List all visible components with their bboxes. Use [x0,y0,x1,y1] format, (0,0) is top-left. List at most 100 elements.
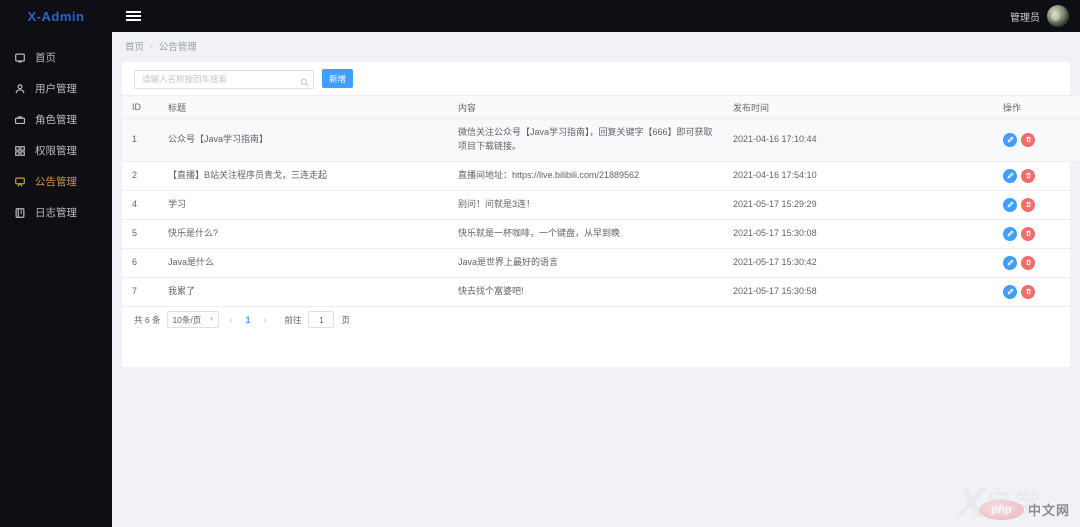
cell-content: 直播间地址：https://live.bilibili.com/21889562 [448,161,723,191]
pencil-icon[interactable] [1003,132,1017,147]
sidebar-item-notice-management[interactable]: 公告管理 [0,166,112,197]
th-time: 发布时间 [723,95,993,119]
watermark-text: 自学 [984,487,1041,518]
cell-title: 我累了 [158,277,448,307]
jump-unit-label: 页 [341,314,350,325]
php-logo-icon: php [978,499,1024,520]
sidebar-label-role-management: 角色管理 [35,114,77,126]
hamburger-icon[interactable] [118,0,148,32]
sidebar: 首页 用户管理 角色管理 权限管理 公告管理 日志管理 [0,32,112,527]
sidebar-label-log-management: 日志管理 [35,207,77,219]
trash-icon[interactable] [1021,226,1035,241]
page-number-1[interactable]: 1 [242,315,253,325]
search-wrapper [134,69,314,89]
cell-id: 6 [122,248,158,278]
table-row[interactable]: 5 快乐是什么? 快乐就是一杯咖啡，一个键盘，从早到晚 2021-05-17 1… [122,219,1080,249]
pencil-icon[interactable] [1003,226,1017,241]
search-input[interactable] [134,69,314,89]
chevron-down-icon: ▼ [208,316,215,323]
pencil-icon[interactable] [1003,255,1017,270]
book-icon [14,207,26,219]
table-row[interactable]: 2 【直播】B站关注程序员青戈，三连走起 直播间地址：https://live.… [122,161,1080,191]
add-button[interactable]: 新增 [322,69,354,88]
cell-id: 2 [122,161,158,191]
pencil-icon[interactable] [1003,168,1017,183]
cell-id: 5 [122,219,158,249]
admin-name-label: 管理员 [1010,12,1040,24]
sidebar-item-user-management[interactable]: 用户管理 [0,73,112,104]
cell-actions [993,190,1080,220]
app-logo[interactable]: X-Admin [0,0,112,32]
pagination-total: 共 6 条 [134,314,161,325]
breadcrumb: 首页 › 公告管理 [112,32,1080,60]
header-right: 管理员 [1010,0,1080,32]
main-content: 首页 › 公告管理 新增 ID [112,32,1080,527]
table-head: ID 标题 内容 发布时间 操作 [122,95,1080,119]
page-size-value: 10条/页 [172,314,202,325]
table-row[interactable]: 1 公众号【Java学习指南】 微信关注公众号【Java学习指南】，回复关键字【… [122,118,1080,162]
watermark-badge-cn: 中文网 [1027,503,1070,519]
user-icon [14,83,26,95]
watermark-badge: php 中文网 [978,499,1070,520]
sidebar-item-log-management[interactable]: 日志管理 [0,197,112,228]
cell-id: 7 [122,277,158,307]
cell-content: 快去找个富婆吧! [448,277,723,307]
jump-page-input[interactable] [308,311,335,329]
notice-panel: 新增 ID 标题 内容 发布时间 操作 1 [122,62,1080,367]
briefcase-icon [14,114,26,126]
cell-content: 微信关注公众号【Java学习指南】，回复关键字【666】即可获取项目下载链接。 [448,118,723,162]
cell-title: 【直播】B站关注程序员青戈，三连走起 [158,161,448,191]
cell-id: 4 [122,190,158,220]
sidebar-item-permission-management[interactable]: 权限管理 [0,135,112,166]
notice-table: ID 标题 内容 发布时间 操作 1 公众号【Java学习指南】 微信关注公众号… [122,95,1080,307]
table-row[interactable]: 4 学习 别问！问就是3连！ 2021-05-17 15:29:29 [122,190,1080,220]
trash-icon[interactable] [1021,197,1035,212]
cell-time: 2021-05-17 15:30:42 [723,248,993,278]
watermark-x-mark: X [956,479,985,527]
sidebar-label-home: 首页 [35,52,56,64]
cell-actions [993,248,1080,278]
cell-time: 2021-04-16 17:10:44 [723,118,993,162]
pencil-icon[interactable] [1003,197,1017,212]
home-icon [14,52,26,64]
grid-icon [14,145,26,157]
top-header: X-Admin 管理员 [0,0,1080,32]
cell-title: 快乐是什么? [158,219,448,249]
th-title: 标题 [158,95,448,119]
cell-actions [993,161,1080,191]
table-row[interactable]: 6 Java是什么 Java是世界上最好的语言 2021-05-17 15:30… [122,248,1080,278]
chevron-left-icon[interactable]: ‹ [226,315,235,325]
pagination: 共 6 条 10条/页 ▼ ‹ 1 › 前往 页 [122,307,1070,333]
breadcrumb-home[interactable]: 首页 [125,39,144,53]
sidebar-item-role-management[interactable]: 角色管理 [0,104,112,135]
trash-icon[interactable] [1021,255,1035,270]
cell-id: 1 [122,118,158,162]
cell-actions [993,118,1080,162]
page-size-select[interactable]: 10条/页 ▼ [167,311,220,329]
cell-content: 快乐就是一杯咖啡，一个键盘，从早到晚 [448,219,723,249]
panel-toolbar: 新增 [122,62,1070,95]
avatar[interactable] [1047,5,1069,27]
sidebar-label-permission-management: 权限管理 [35,145,77,157]
cell-title: Java是什么 [158,248,448,278]
cell-time: 2021-05-17 15:29:29 [723,190,993,220]
chevron-right-icon[interactable]: › [260,315,269,325]
th-content: 内容 [448,95,723,119]
th-id: ID [122,95,158,119]
megaphone-icon [14,176,26,188]
sidebar-item-home[interactable]: 首页 [0,42,112,73]
trash-icon[interactable] [1021,168,1035,183]
table-header-row: ID 标题 内容 发布时间 操作 [122,95,1080,119]
cell-time: 2021-04-16 17:54:10 [723,161,993,191]
cell-actions [993,277,1080,307]
cell-title: 学习 [158,190,448,220]
breadcrumb-current: 公告管理 [158,42,197,53]
sidebar-label-notice-management: 公告管理 [35,176,77,188]
table-row[interactable]: 7 我累了 快去找个富婆吧! 2021-05-17 15:30:58 [122,277,1080,307]
breadcrumb-separator-icon: › [150,41,153,51]
trash-icon[interactable] [1021,132,1035,147]
pencil-icon[interactable] [1003,284,1017,299]
th-actions: 操作 [993,95,1080,119]
trash-icon[interactable] [1021,284,1035,299]
cell-content: Java是世界上最好的语言 [448,248,723,278]
